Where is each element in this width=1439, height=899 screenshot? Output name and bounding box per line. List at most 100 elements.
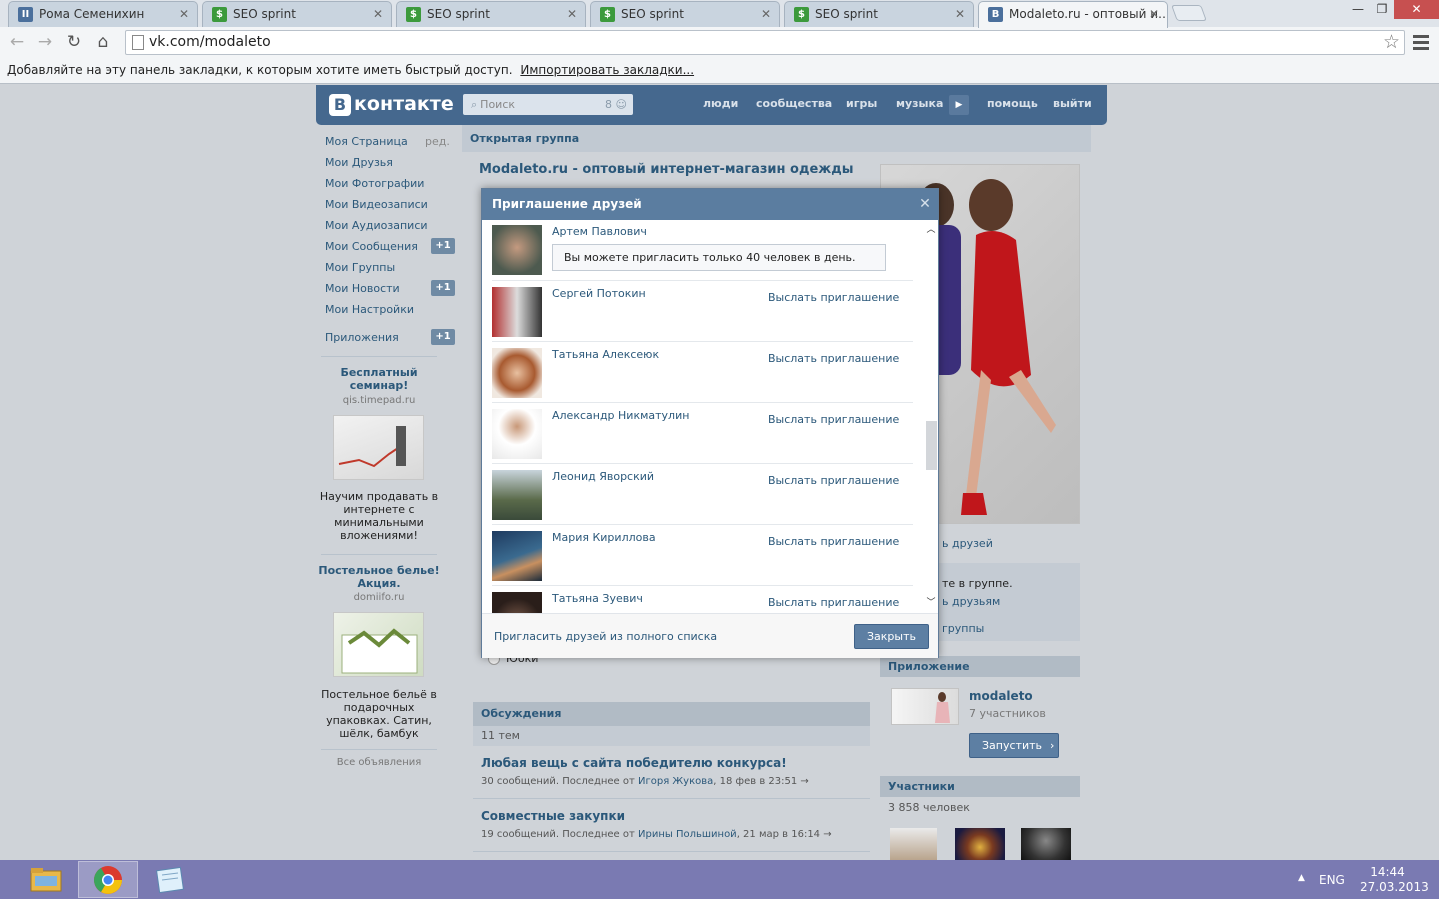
browser-tab[interactable]: $ SEO sprint ✕ xyxy=(784,1,974,27)
launch-app-button[interactable]: Запустить › xyxy=(969,733,1059,758)
sidebar-item-groups[interactable]: Мои Группы xyxy=(325,261,395,274)
language-indicator[interactable]: ENG xyxy=(1319,873,1345,887)
address-bar[interactable]: vk.com/modaleto ☆ xyxy=(125,30,1405,55)
ad-title[interactable]: Постельное белье! Акция. xyxy=(318,564,440,590)
friend-name[interactable]: Александр Никматулин xyxy=(552,409,689,422)
send-invite-link[interactable]: Выслать приглашение xyxy=(768,291,899,304)
sidebar-item-photos[interactable]: Мои Фотографии xyxy=(325,177,424,190)
topic-author-link[interactable]: Игоря Жукова xyxy=(638,776,713,787)
browser-tab[interactable]: $ SEO sprint ✕ xyxy=(396,1,586,27)
friend-name[interactable]: Сергей Потокин xyxy=(552,287,646,300)
leave-group-link[interactable]: группы xyxy=(942,622,984,635)
friend-name[interactable]: Леонид Яворский xyxy=(552,470,654,483)
tray-expand-icon[interactable]: ▲ xyxy=(1298,873,1305,883)
avatar[interactable] xyxy=(492,592,542,613)
app-thumbnail[interactable] xyxy=(891,688,959,725)
sidebar-item-news[interactable]: Мои Новости xyxy=(325,282,400,295)
nav-music[interactable]: музыка xyxy=(896,97,943,110)
reload-icon[interactable]: ↻ xyxy=(62,31,86,53)
window-close-icon[interactable]: ✕ xyxy=(1394,0,1439,19)
ad-image[interactable] xyxy=(333,415,424,480)
minimize-icon[interactable]: — xyxy=(1346,0,1370,19)
nav-communities[interactable]: сообщества xyxy=(756,97,832,110)
sidebar-item-my-page[interactable]: Моя Страница xyxy=(325,135,408,148)
notepad-button[interactable] xyxy=(141,861,201,898)
browser-tab[interactable]: $ SEO sprint ✕ xyxy=(590,1,780,27)
ad-image[interactable] xyxy=(333,612,424,677)
nav-logout[interactable]: выйти xyxy=(1053,97,1092,110)
nav-games[interactable]: игры xyxy=(846,97,877,110)
avatar[interactable] xyxy=(492,409,542,459)
friend-name[interactable]: Мария Кириллова xyxy=(552,531,656,544)
avatar[interactable] xyxy=(492,531,542,581)
app-name[interactable]: modaleto xyxy=(969,689,1033,703)
ad-title[interactable]: Бесплатный семинар! xyxy=(318,366,440,392)
avatar[interactable] xyxy=(492,348,542,398)
menu-icon[interactable] xyxy=(1413,35,1429,53)
messages-badge[interactable]: +1 xyxy=(431,238,455,254)
close-icon[interactable]: ✕ xyxy=(179,2,189,26)
apps-badge[interactable]: +1 xyxy=(431,329,455,345)
send-invite-link[interactable]: Выслать приглашение xyxy=(768,596,899,609)
close-icon[interactable]: ✕ xyxy=(373,2,383,26)
all-ads-link[interactable]: Все объявления xyxy=(318,757,440,768)
new-tab-button[interactable] xyxy=(1171,5,1207,21)
invite-friends-link[interactable]: ь друзей xyxy=(942,537,993,550)
browser-tab-active[interactable]: B Modaleto.ru - оптовый и… ✕ xyxy=(978,1,1168,28)
chevron-down-icon[interactable]: ﹀ xyxy=(924,597,938,609)
nav-help[interactable]: помощь xyxy=(987,97,1038,110)
play-icon[interactable]: ▶ xyxy=(949,95,969,115)
nav-people[interactable]: люди xyxy=(703,97,738,110)
file-explorer-button[interactable] xyxy=(15,861,75,898)
clock[interactable]: 14:44 27.03.2013 xyxy=(1360,865,1429,895)
avatar[interactable] xyxy=(492,470,542,520)
home-icon[interactable]: ⌂ xyxy=(91,31,115,53)
star-icon[interactable]: ☆ xyxy=(1383,31,1400,53)
avatar[interactable] xyxy=(492,287,542,337)
friend-name[interactable]: Артем Павлович xyxy=(552,225,647,238)
browser-tab[interactable]: II Рома Семенихин ✕ xyxy=(8,1,198,27)
member-avatar[interactable] xyxy=(890,828,937,860)
member-avatar[interactable] xyxy=(1021,828,1071,860)
sidebar-item-audio[interactable]: Мои Аудиозаписи xyxy=(325,219,428,232)
import-bookmarks-link[interactable]: Импортировать закладки... xyxy=(520,63,694,77)
avatar[interactable] xyxy=(492,225,542,275)
sidebar-item-friends[interactable]: Мои Друзья xyxy=(325,156,393,169)
sidebar-item-messages[interactable]: Мои Сообщения xyxy=(325,240,418,253)
arrow-right-icon[interactable]: → xyxy=(823,829,831,840)
close-icon[interactable]: ✕ xyxy=(918,189,932,220)
arrow-right-icon[interactable]: → xyxy=(800,776,808,787)
close-icon[interactable]: ✕ xyxy=(1149,2,1159,26)
tell-friends-link[interactable]: ь друзьям xyxy=(942,595,1000,608)
close-button[interactable]: Закрыть xyxy=(854,624,929,649)
back-icon[interactable]: ← xyxy=(5,31,29,53)
restore-icon[interactable]: ❐ xyxy=(1370,0,1394,19)
search-input[interactable]: ⌕ Поиск 8 ☺ xyxy=(463,94,633,115)
scrollbar-thumb[interactable] xyxy=(926,421,937,470)
close-icon[interactable]: ✕ xyxy=(761,2,771,26)
close-icon[interactable]: ✕ xyxy=(955,2,965,26)
discussions-header[interactable]: Обсуждения xyxy=(473,702,870,726)
close-icon[interactable]: ✕ xyxy=(567,2,577,26)
browser-tab[interactable]: $ SEO sprint ✕ xyxy=(202,1,392,27)
send-invite-link[interactable]: Выслать приглашение xyxy=(768,352,899,365)
send-invite-link[interactable]: Выслать приглашение xyxy=(768,413,899,426)
sidebar-item-settings[interactable]: Мои Настройки xyxy=(325,303,414,316)
vk-logo[interactable]: Вконтакте xyxy=(329,93,454,117)
edit-link[interactable]: ред. xyxy=(425,135,450,148)
chevron-up-icon[interactable]: ︿ xyxy=(924,224,938,236)
member-avatar[interactable] xyxy=(955,828,1005,860)
topic-author-link[interactable]: Ирины Польшиной xyxy=(638,829,737,840)
forward-icon[interactable]: → xyxy=(33,31,57,53)
sidebar-item-videos[interactable]: Мои Видеозаписи xyxy=(325,198,428,211)
sidebar-item-apps[interactable]: Приложения xyxy=(325,331,399,344)
send-invite-link[interactable]: Выслать приглашение xyxy=(768,535,899,548)
chrome-button[interactable] xyxy=(78,861,138,898)
invite-from-full-list-link[interactable]: Пригласить друзей из полного списка xyxy=(494,630,717,643)
topic-title[interactable]: Любая вещь с сайта победителю конкурса! xyxy=(481,756,787,770)
send-invite-link[interactable]: Выслать приглашение xyxy=(768,474,899,487)
scrollbar[interactable]: ︿ ﹀ xyxy=(924,224,938,609)
friend-name[interactable]: Татьяна Алексеюк xyxy=(552,348,659,361)
friend-name[interactable]: Татьяна Зуевич xyxy=(552,592,643,605)
news-badge[interactable]: +1 xyxy=(431,280,455,296)
